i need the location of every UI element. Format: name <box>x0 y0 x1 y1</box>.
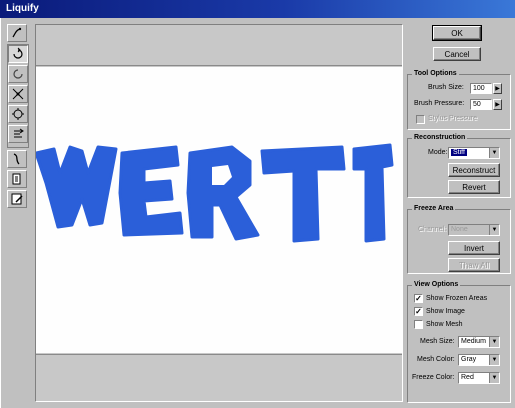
freeze-color-select[interactable]: Red ▼ <box>458 372 500 384</box>
distorted-text-image[interactable] <box>36 67 402 353</box>
letter-w <box>36 145 118 229</box>
revert-label: Revert <box>462 182 486 192</box>
reconstruct-button[interactable]: Reconstruct <box>448 163 500 177</box>
brush-size-label: Brush Size: <box>428 84 464 91</box>
triangle-right-icon: ▶ <box>495 102 500 108</box>
bloat-tool-button[interactable] <box>8 105 28 123</box>
brush-pressure-label: Brush Pressure: <box>414 100 465 107</box>
shift-pixels-tool-button[interactable] <box>8 125 28 143</box>
letter-t <box>260 145 346 243</box>
brush-pressure-arrow-button[interactable]: ▶ <box>493 99 502 110</box>
twirl-clockwise-icon <box>13 47 23 59</box>
twirl-counterclockwise-tool-button[interactable] <box>8 65 28 83</box>
channel-label: Channel: <box>418 226 447 233</box>
tool-options-title: Tool Options <box>412 70 459 77</box>
show-image-checkbox[interactable]: ✓ <box>414 307 423 316</box>
checkmark-icon: ✓ <box>415 294 422 303</box>
stylus-pressure-label: Stylus Pressure <box>428 115 478 122</box>
reconstruction-icon <box>12 173 21 185</box>
mesh-size-label: Mesh Size: <box>420 338 455 345</box>
brush-size-field[interactable]: 100 <box>470 83 492 94</box>
window-title: Liquify <box>6 3 39 14</box>
triangle-right-icon: ▶ <box>495 86 500 92</box>
twirl-counterclockwise-icon <box>13 69 23 79</box>
freeze-area-title: Freeze Area <box>412 205 456 212</box>
warp-icon <box>12 27 22 38</box>
tool-palette <box>7 24 29 208</box>
mesh-size-value: Medium <box>461 338 486 345</box>
show-frozen-areas-label: Show Frozen Areas <box>426 295 488 302</box>
show-image-label: Show Image <box>426 308 465 315</box>
cancel-button[interactable]: Cancel <box>433 47 481 61</box>
chevron-down-icon: ▼ <box>489 225 499 235</box>
tool-options-group: Tool Options Brush Size: 100 ▶ Brush Pre… <box>407 70 511 130</box>
mesh-color-value: Gray <box>461 356 477 363</box>
letter-e <box>118 145 184 237</box>
chevron-down-icon: ▼ <box>489 355 499 365</box>
freeze-area-group: Freeze Area Channel: None ▼ Invert Thaw … <box>407 205 511 274</box>
liquify-dialog: OK Cancel Tool Options Brush Size: 100 ▶… <box>0 18 515 408</box>
twirl-clockwise-tool-button[interactable] <box>8 45 28 63</box>
invert-label: Invert <box>463 243 484 253</box>
show-frozen-areas-checkbox[interactable]: ✓ <box>414 294 423 303</box>
preview-area[interactable] <box>35 24 403 402</box>
thaw-all-button[interactable]: Thaw All <box>448 258 500 272</box>
checkmark-icon: ✓ <box>415 307 422 316</box>
bloat-icon <box>12 108 24 120</box>
title-bar[interactable]: Liquify <box>0 0 515 18</box>
pucker-tool-button[interactable] <box>8 85 28 103</box>
thaw-all-label: Thaw All <box>458 260 490 270</box>
mode-select[interactable]: Stiff ▼ <box>448 147 500 159</box>
mode-value: Stiff <box>451 149 467 156</box>
letter-i <box>352 143 394 243</box>
cancel-label: Cancel <box>444 49 470 59</box>
ok-label: OK <box>451 28 463 38</box>
show-mesh-checkbox[interactable] <box>414 320 423 329</box>
freeze-brush-icon <box>11 193 23 205</box>
shift-pixels-icon <box>14 128 24 138</box>
mesh-size-select[interactable]: Medium ▼ <box>458 336 500 348</box>
chevron-down-icon: ▼ <box>489 373 499 383</box>
show-mesh-label: Show Mesh <box>426 321 463 328</box>
brush-size-arrow-button[interactable]: ▶ <box>493 83 502 94</box>
mesh-color-label: Mesh Color: <box>417 356 455 363</box>
freeze-tool-button[interactable] <box>7 190 27 208</box>
stylus-pressure-checkbox[interactable] <box>416 115 425 124</box>
pucker-icon <box>12 88 24 100</box>
channel-value: None <box>451 226 468 233</box>
freeze-color-label: Freeze Color: <box>412 374 455 381</box>
invert-button[interactable]: Invert <box>448 241 500 255</box>
warp-tool-button[interactable] <box>7 24 27 42</box>
brush-pressure-field[interactable]: 50 <box>470 99 492 110</box>
view-options-group: View Options ✓ Show Frozen Areas ✓ Show … <box>407 281 511 403</box>
revert-button[interactable]: Revert <box>448 180 500 194</box>
reconstruction-tool-button[interactable] <box>7 170 27 188</box>
preview-canvas[interactable] <box>36 67 402 353</box>
reflection-icon <box>13 153 20 165</box>
freeze-color-value: Red <box>461 374 474 381</box>
ok-button[interactable]: OK <box>432 25 482 41</box>
view-options-title: View Options <box>412 281 461 288</box>
reconstruction-group: Reconstruction Mode: Stiff ▼ Reconstruct… <box>407 134 511 198</box>
preview-border-top <box>36 25 402 66</box>
channel-select[interactable]: None ▼ <box>448 224 500 236</box>
tool-group <box>7 44 29 148</box>
letter-r <box>186 145 260 241</box>
reconstruction-title: Reconstruction <box>412 134 468 141</box>
chevron-down-icon: ▼ <box>489 337 499 347</box>
chevron-down-icon: ▼ <box>489 148 499 158</box>
preview-border-bottom <box>36 354 402 401</box>
reconstruct-label: Reconstruct <box>452 165 496 175</box>
mesh-color-select[interactable]: Gray ▼ <box>458 354 500 366</box>
reflection-tool-button[interactable] <box>7 150 27 168</box>
mode-label: Mode: <box>428 149 448 156</box>
